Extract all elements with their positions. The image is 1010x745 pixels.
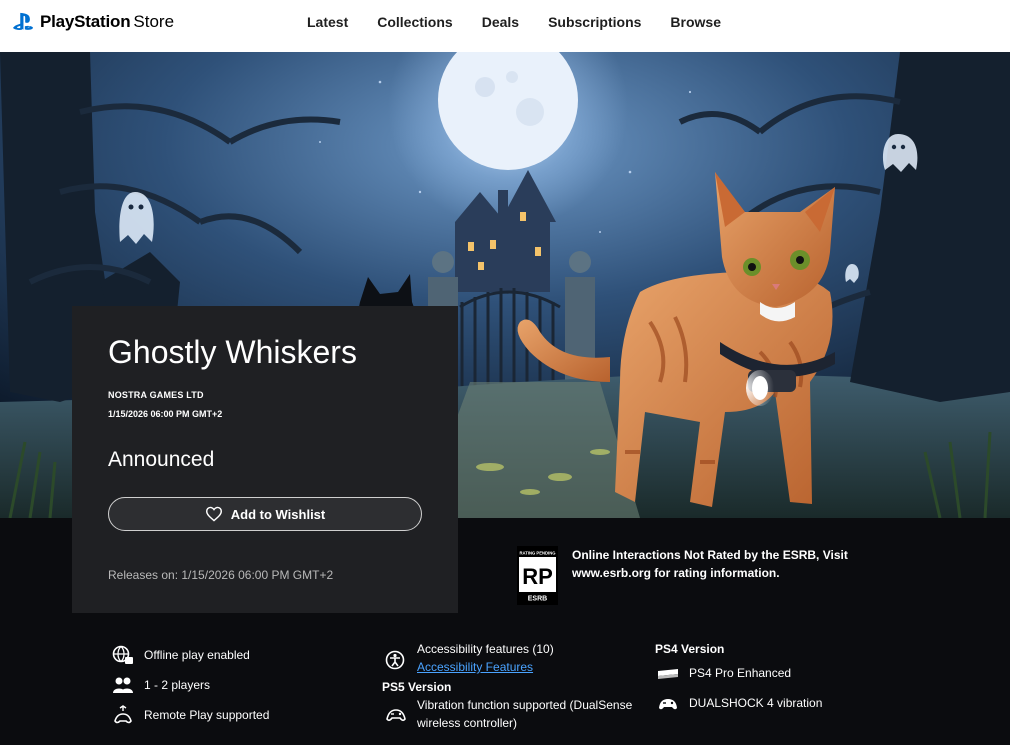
offline-globe-icon [112, 645, 134, 665]
feature-dualshock: DUALSHOCK 4 vibration [657, 693, 822, 713]
feature-accessibility: Accessibility features (10) Accessibilit… [385, 640, 554, 676]
ps4-version-title: PS4 Version [655, 642, 725, 656]
players-label: 1 - 2 players [144, 678, 211, 692]
vibration-label: Vibration function supported (DualSense … [417, 698, 633, 730]
offline-play-label: Offline play enabled [144, 648, 250, 662]
brand-name: PlayStation [40, 12, 131, 31]
availability-status: Announced [108, 448, 215, 471]
esrb-rp-icon: RATING PENDING RP ESRB [519, 548, 556, 603]
esrb-badge-top-text: RATING PENDING [520, 551, 556, 556]
main-nav: Latest Collections Deals Subscriptions B… [307, 14, 721, 30]
feature-vibration: Vibration function supported (DualSense … [385, 696, 655, 732]
releases-on-text: Releases on: 1/15/2026 06:00 PM GMT+2 [108, 568, 334, 582]
nav-browse[interactable]: Browse [670, 14, 721, 30]
players-icon [112, 675, 134, 695]
feature-remote-play: Remote Play supported [112, 705, 269, 725]
store-header: PlayStation Store Latest Collections Dea… [0, 0, 1010, 52]
release-datetime: 1/15/2026 06:00 PM GMT+2 [108, 409, 223, 419]
accessibility-features-count: Accessibility features (10) [417, 642, 554, 656]
game-title: Ghostly Whiskers [108, 334, 357, 370]
feature-offline-play: Offline play enabled [112, 645, 250, 665]
remote-play-label: Remote Play supported [144, 708, 270, 722]
playstation-logo-icon [13, 12, 33, 30]
publisher-name[interactable]: NOSTRA GAMES LTD [108, 390, 204, 400]
accessibility-icon [385, 650, 407, 670]
heart-icon [205, 506, 222, 522]
ps5-version-title: PS5 Version [382, 680, 452, 694]
dualshock-label: DUALSHOCK 4 vibration [689, 696, 823, 710]
feature-players: 1 - 2 players [112, 675, 210, 695]
brand-suffix: Store [133, 12, 175, 31]
esrb-badge-bottom-text: ESRB [528, 596, 547, 603]
nav-collections[interactable]: Collections [377, 14, 452, 30]
playstation-store-logo[interactable]: PlayStation Store [12, 10, 174, 34]
ps4-pro-console-icon [657, 663, 679, 683]
nav-deals[interactable]: Deals [482, 14, 519, 30]
ps4-pro-label: PS4 Pro Enhanced [689, 666, 792, 680]
accessibility-features-link[interactable]: Accessibility Features [417, 658, 554, 676]
dualshock-controller-icon [657, 693, 679, 713]
remote-play-icon [112, 705, 134, 725]
add-to-wishlist-button[interactable]: Add to Wishlist [108, 497, 422, 531]
esrb-badge-code: RP [522, 564, 553, 589]
game-info-card: Ghostly Whiskers NOSTRA GAMES LTD 1/15/2… [72, 306, 458, 613]
nav-latest[interactable]: Latest [307, 14, 348, 30]
esrb-rating-badge[interactable]: RATING PENDING RP ESRB [517, 546, 558, 605]
nav-subscriptions[interactable]: Subscriptions [548, 14, 641, 30]
wishlist-label: Add to Wishlist [230, 506, 326, 522]
esrb-notice: Online Interactions Not Rated by the ESR… [572, 548, 848, 580]
feature-ps4-pro: PS4 Pro Enhanced [657, 663, 791, 683]
dualsense-controller-icon [385, 704, 407, 724]
